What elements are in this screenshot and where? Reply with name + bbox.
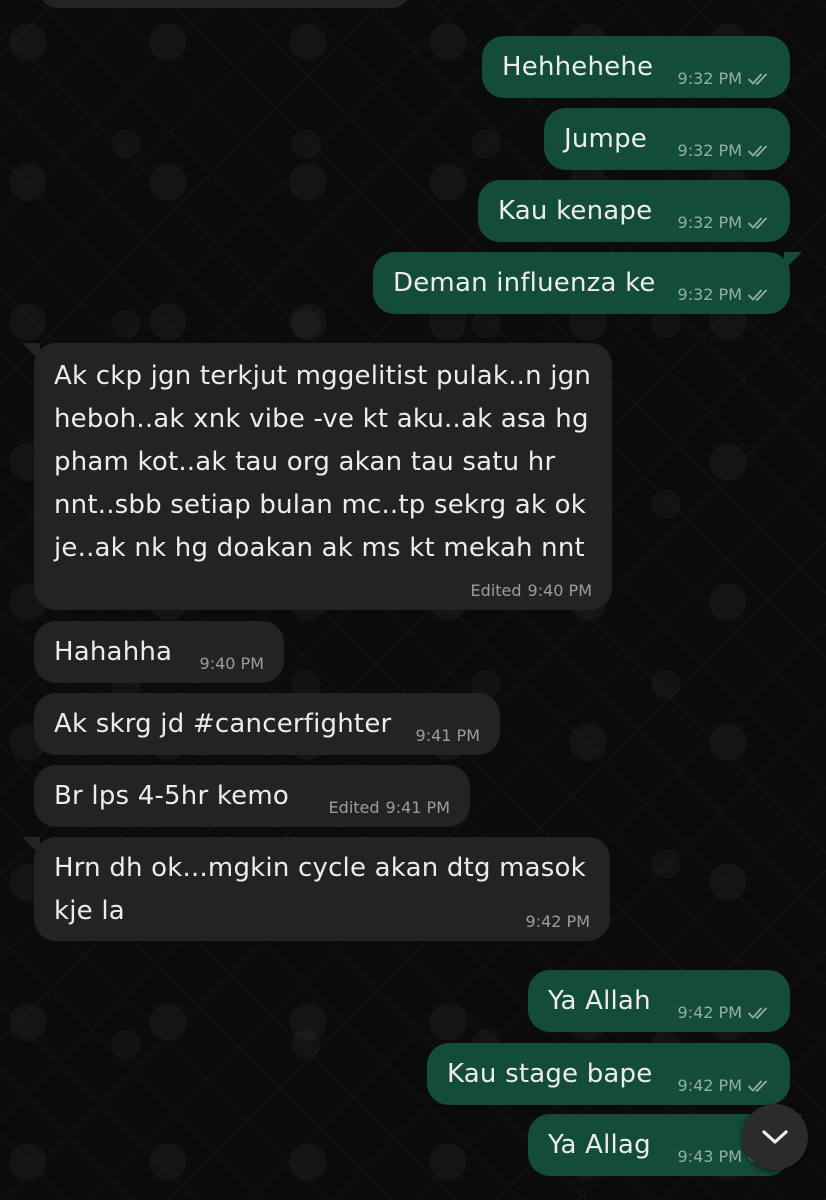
message-bubble-incoming[interactable]: Br lps 4-5hr kemo Edited 9:41 PM bbox=[34, 765, 470, 827]
message-time: 9:41 PM bbox=[415, 726, 480, 745]
scroll-to-bottom-button[interactable] bbox=[742, 1104, 808, 1170]
double-check-icon bbox=[748, 72, 772, 86]
message-time: 9:41 PM bbox=[385, 798, 450, 817]
message-bubble-incoming[interactable]: Hahahha 9:40 PM bbox=[34, 621, 284, 683]
edited-label: Edited bbox=[328, 798, 380, 817]
message-time: 9:32 PM bbox=[677, 285, 742, 304]
message-bubble-incoming[interactable]: Hrn dh ok...mgkin cycle akan dtg masok k… bbox=[22, 837, 610, 941]
message-text: Ak skrg jd #cancerfighter bbox=[54, 709, 392, 739]
message-meta: 9:42 PM bbox=[526, 912, 590, 931]
message-time: 9:42 PM bbox=[677, 1003, 742, 1022]
message-meta: 9:41 PM bbox=[416, 726, 480, 745]
message-bubble-incoming[interactable]: Ak skrg jd #cancerfighter 9:41 PM bbox=[34, 693, 500, 755]
message-bubble-outgoing[interactable]: Jumpe 9:32 PM bbox=[544, 108, 790, 170]
message-meta: 9:32 PM bbox=[678, 285, 772, 304]
message-text: Ya Allag bbox=[548, 1130, 651, 1160]
message-time: 9:40 PM bbox=[527, 581, 592, 600]
double-check-icon bbox=[748, 216, 772, 230]
double-check-icon bbox=[748, 144, 772, 158]
message-bubble-outgoing[interactable]: Ya Allah 9:42 PM bbox=[528, 970, 790, 1032]
message-time: 9:32 PM bbox=[677, 213, 742, 232]
message-text: Ak ckp jgn terkjut mggelitist pulak..n j… bbox=[54, 361, 592, 563]
message-bubble-outgoing[interactable]: Kau kenape 9:32 PM bbox=[478, 180, 790, 242]
message-bubble-outgoing[interactable]: Deman influenza ke 9:32 PM bbox=[373, 252, 802, 314]
message-meta: 9:32 PM bbox=[678, 213, 772, 232]
message-meta: Edited 9:41 PM bbox=[329, 798, 450, 817]
edited-label: Edited bbox=[470, 581, 522, 600]
message-time: 9:32 PM bbox=[677, 141, 742, 160]
message-bubble-outgoing[interactable]: Hehhehehe 9:32 PM bbox=[482, 36, 790, 98]
double-check-icon bbox=[748, 1006, 772, 1020]
message-text: Hehhehehe bbox=[502, 52, 654, 82]
message-text: Deman influenza ke bbox=[393, 268, 656, 298]
message-text: Ya Allah bbox=[548, 986, 651, 1016]
message-text: Hrn dh ok...mgkin cycle akan dtg masok k… bbox=[54, 853, 586, 926]
previous-message-bubble-edge bbox=[40, 0, 410, 8]
message-text: Kau stage bape bbox=[447, 1059, 653, 1089]
message-time: 9:42 PM bbox=[525, 912, 590, 931]
message-time: 9:40 PM bbox=[199, 654, 264, 673]
message-text: Br lps 4-5hr kemo bbox=[54, 781, 289, 811]
message-meta: 9:40 PM bbox=[200, 654, 264, 673]
message-time: 9:43 PM bbox=[677, 1147, 742, 1166]
message-text: Jumpe bbox=[564, 124, 647, 154]
message-time: 9:32 PM bbox=[677, 69, 742, 88]
message-meta: 9:42 PM bbox=[678, 1003, 772, 1022]
message-meta: 9:32 PM bbox=[678, 141, 772, 160]
message-meta: Edited 9:40 PM bbox=[471, 581, 592, 600]
message-time: 9:42 PM bbox=[677, 1076, 742, 1095]
message-bubble-outgoing[interactable]: Kau stage bape 9:42 PM bbox=[427, 1043, 790, 1105]
message-meta: 9:42 PM bbox=[678, 1076, 772, 1095]
message-text: Hahahha bbox=[54, 637, 173, 667]
chevron-down-icon bbox=[762, 1130, 788, 1144]
message-text: Kau kenape bbox=[498, 196, 653, 226]
double-check-icon bbox=[748, 1079, 772, 1093]
double-check-icon bbox=[748, 288, 772, 302]
message-bubble-incoming[interactable]: Ak ckp jgn terkjut mggelitist pulak..n j… bbox=[22, 343, 612, 610]
message-meta: 9:32 PM bbox=[678, 69, 772, 88]
